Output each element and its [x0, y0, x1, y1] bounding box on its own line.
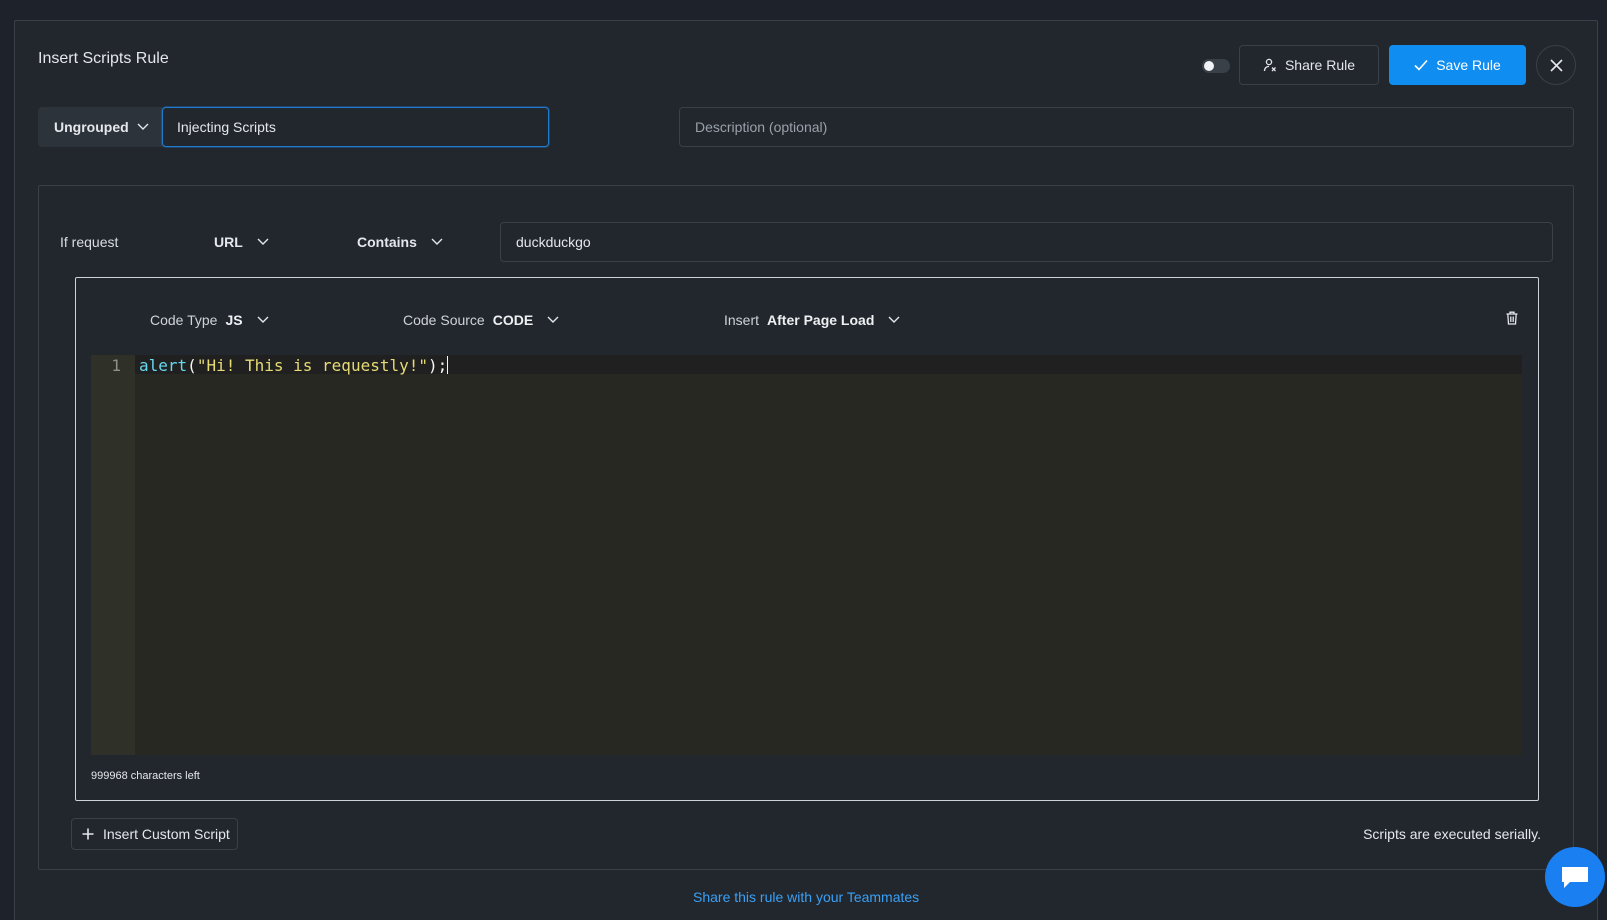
- text-cursor: [447, 356, 449, 374]
- chevron-down-icon: [888, 316, 900, 323]
- code-source-value: CODE: [492, 312, 534, 328]
- rule-status-toggle[interactable]: [1202, 59, 1230, 73]
- chevron-down-icon: [257, 316, 269, 323]
- trash-icon: [1506, 311, 1518, 325]
- serial-execution-note: Scripts are executed serially.: [1363, 826, 1541, 842]
- code-source-dropdown[interactable]: Code Source CODE: [403, 312, 559, 328]
- code-close-token: );: [428, 356, 448, 375]
- source-key-label: URL: [214, 234, 243, 250]
- rule-name-input[interactable]: [162, 107, 549, 147]
- insert-timing-label: Insert: [724, 312, 760, 328]
- toggle-knob: [1204, 61, 1214, 71]
- insert-custom-script-button[interactable]: Insert Custom Script: [71, 818, 238, 850]
- group-dropdown[interactable]: Ungrouped: [38, 107, 162, 147]
- chevron-down-icon: [547, 316, 559, 323]
- characters-left-counter: 999968 characters left: [91, 770, 200, 782]
- close-button[interactable]: [1536, 45, 1576, 85]
- chat-widget-button[interactable]: [1545, 847, 1605, 907]
- insert-custom-script-label: Insert Custom Script: [103, 826, 230, 842]
- share-rule-button[interactable]: Share Rule: [1239, 45, 1379, 85]
- condition-label: If request: [60, 234, 119, 250]
- save-rule-button[interactable]: Save Rule: [1389, 45, 1526, 85]
- code-string-token: "Hi! This is requestly!": [196, 356, 428, 375]
- operator-dropdown[interactable]: Contains: [357, 234, 443, 250]
- share-user-icon: [1263, 58, 1276, 72]
- code-function-token: alert: [139, 356, 188, 375]
- check-icon: [1414, 59, 1428, 71]
- editor-gutter: 1: [91, 355, 135, 755]
- group-dropdown-label: Ungrouped: [54, 119, 129, 135]
- code-type-label: Code Type: [150, 312, 218, 328]
- source-value-input[interactable]: [500, 222, 1553, 262]
- chevron-down-icon: [431, 238, 443, 245]
- chat-icon: [1562, 867, 1588, 888]
- insert-timing-value: After Page Load: [767, 312, 875, 328]
- code-type-dropdown[interactable]: Code Type JS: [150, 312, 269, 328]
- code-line[interactable]: alert("Hi! This is requestly!");: [139, 356, 449, 375]
- rule-description-input[interactable]: [679, 107, 1574, 147]
- plus-icon: [82, 828, 94, 840]
- save-rule-label: Save Rule: [1436, 57, 1501, 73]
- delete-script-button[interactable]: [1506, 311, 1518, 330]
- code-source-label: Code Source: [403, 312, 485, 328]
- code-open-token: (: [187, 356, 197, 375]
- share-with-teammates-link[interactable]: Share this rule with your Teammates: [693, 889, 919, 905]
- code-type-value: JS: [225, 312, 243, 328]
- code-editor[interactable]: 1 alert("Hi! This is requestly!");: [91, 355, 1522, 755]
- insert-timing-dropdown[interactable]: Insert After Page Load: [724, 312, 900, 328]
- share-rule-label: Share Rule: [1284, 57, 1356, 73]
- line-number: 1: [111, 356, 121, 375]
- operator-label: Contains: [357, 234, 417, 250]
- chevron-down-icon: [257, 238, 269, 245]
- close-icon: [1549, 58, 1563, 72]
- page-title: Insert Scripts Rule: [38, 50, 169, 67]
- source-key-dropdown[interactable]: URL: [214, 234, 269, 250]
- chevron-down-icon: [137, 123, 149, 130]
